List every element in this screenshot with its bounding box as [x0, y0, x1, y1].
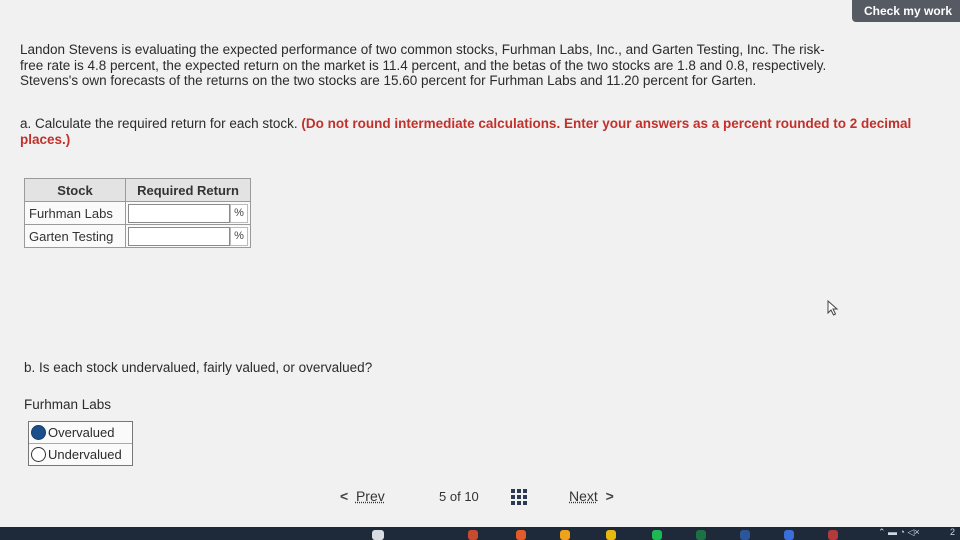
taskbar-window-icon[interactable]: [372, 530, 384, 540]
problem-line: Landon Stevens is evaluating the expecte…: [20, 42, 825, 57]
part-a-instructions: a. Calculate the required return for eac…: [20, 116, 950, 148]
prev-button[interactable]: < Prev: [340, 488, 385, 504]
taskbar-app-icon[interactable]: [560, 530, 570, 540]
taskbar-app-icon[interactable]: [606, 530, 616, 540]
taskbar-spotify-icon[interactable]: [652, 530, 662, 540]
page-counter: 5 of 10: [439, 489, 479, 504]
taskbar-app-icon[interactable]: [828, 530, 838, 540]
prev-label: Prev: [355, 488, 385, 504]
percent-unit-label: %: [230, 227, 248, 246]
current-page: 5: [439, 489, 447, 504]
taskbar-excel-icon[interactable]: [696, 530, 706, 540]
question-pager: < Prev 5 of 10 Next >: [340, 488, 640, 510]
question-grid-icon[interactable]: [511, 489, 527, 505]
check-my-work-button[interactable]: Check my work: [851, 0, 960, 22]
chevron-right-icon: >: [605, 488, 614, 504]
part-b-question: b. Is each stock undervalued, fairly val…: [24, 360, 373, 375]
radio-option-overvalued[interactable]: Overvalued: [29, 422, 132, 444]
radio-option-undervalued[interactable]: Undervalued: [29, 444, 132, 465]
table-header-row: Stock Required Return: [24, 178, 251, 202]
clock-text: 2: [950, 527, 956, 537]
taskbar-word-icon[interactable]: [740, 530, 750, 540]
radio-selected-icon[interactable]: [31, 425, 46, 440]
part-b-subject-label: Furhman Labs: [24, 397, 112, 412]
taskbar-app-icon[interactable]: [516, 530, 526, 540]
radio-label-overvalued: Overvalued: [48, 425, 115, 440]
page-of: of: [449, 489, 461, 504]
next-label: Next: [569, 488, 598, 504]
taskbar-app-icon[interactable]: [784, 530, 794, 540]
stock-name-garten: Garten Testing: [24, 224, 126, 248]
radio-label-undervalued: Undervalued: [48, 447, 122, 462]
total-pages: 10: [464, 489, 479, 504]
column-header-required-return: Required Return: [125, 178, 251, 202]
percent-unit-label: %: [230, 204, 248, 223]
problem-line: Stevens's own forecasts of the returns o…: [20, 73, 757, 88]
column-header-stock: Stock: [24, 178, 126, 202]
tray-icons[interactable]: ⌃ ▬ ◔ ◁×: [878, 527, 920, 538]
table-row: Garten Testing %: [24, 224, 251, 248]
valuation-radio-group: Overvalued Undervalued: [28, 421, 133, 466]
mouse-cursor-icon: [827, 299, 839, 316]
stock-name-furhman: Furhman Labs: [24, 201, 126, 225]
chevron-left-icon: <: [340, 488, 349, 504]
part-a-label: a. Calculate the required return for eac…: [20, 116, 298, 131]
next-button[interactable]: Next >: [569, 488, 614, 504]
garten-required-return-input[interactable]: [128, 227, 230, 246]
taskbar-app-icon[interactable]: [468, 530, 478, 540]
furhman-required-return-input[interactable]: [128, 204, 230, 223]
table-row: Furhman Labs %: [24, 201, 251, 225]
problem-statement: Landon Stevens is evaluating the expecte…: [20, 42, 950, 89]
required-return-cell-furhman: %: [125, 201, 251, 225]
required-return-cell-garten: %: [125, 224, 251, 248]
os-taskbar: ⌃ ▬ ◔ ◁× 2: [0, 527, 960, 540]
radio-unselected-icon[interactable]: [31, 447, 46, 462]
required-return-table: Stock Required Return Furhman Labs % Gar…: [24, 178, 251, 248]
problem-line: free rate is 4.8 percent, the expected r…: [20, 57, 827, 73]
